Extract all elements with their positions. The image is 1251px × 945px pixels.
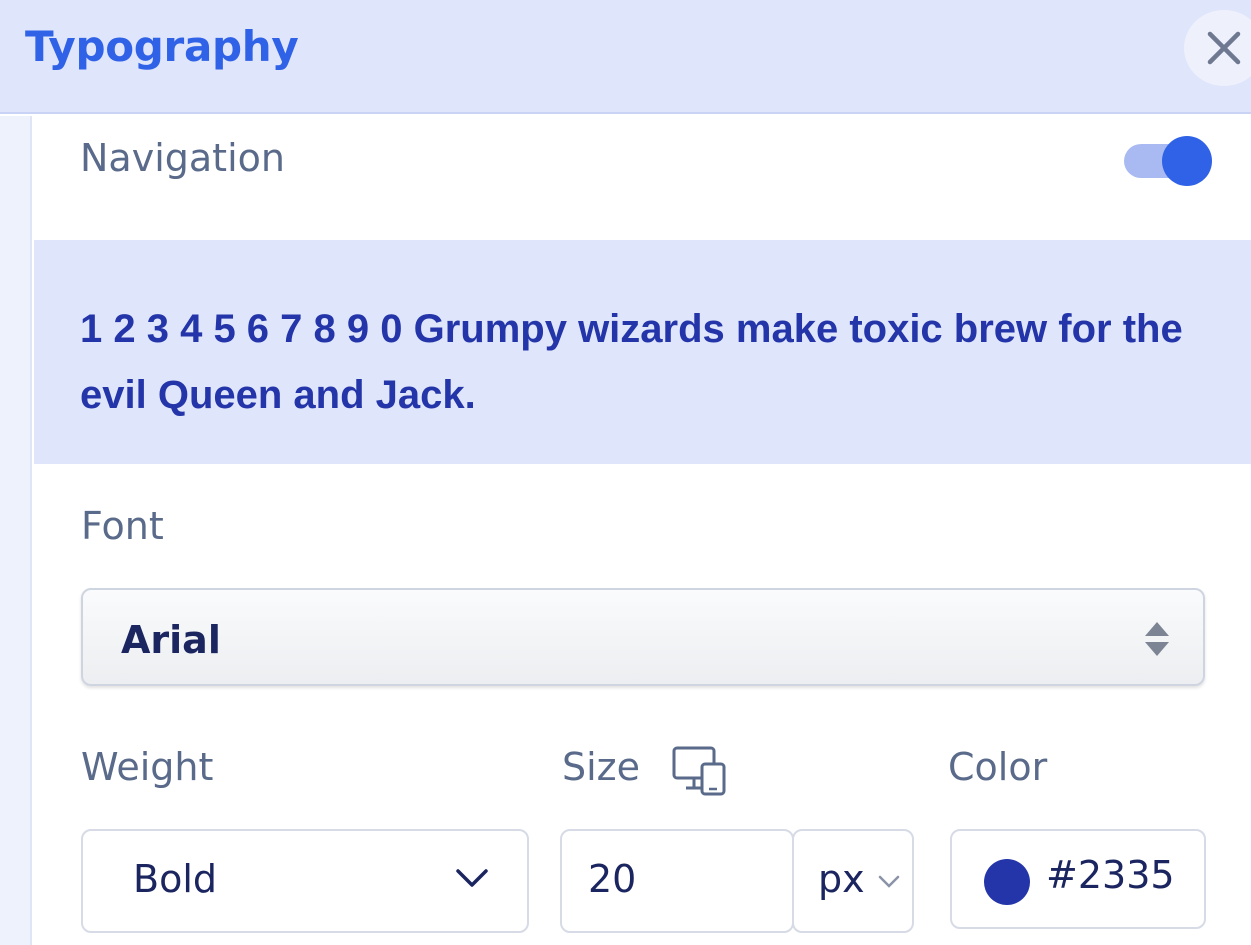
weight-select-value: Bold — [133, 857, 217, 901]
updown-arrows-icon — [1145, 622, 1169, 656]
side-gutter — [0, 116, 32, 945]
size-input-value: 20 — [588, 857, 637, 901]
close-button[interactable] — [1184, 10, 1251, 86]
typography-preview: 1 2 3 4 5 6 7 8 9 0 Grumpy wizards make … — [34, 240, 1251, 464]
weight-select[interactable]: Bold — [81, 829, 529, 933]
size-input[interactable]: 20 — [560, 829, 794, 933]
panel-title: Typography — [25, 22, 299, 71]
preview-text: 1 2 3 4 5 6 7 8 9 0 Grumpy wizards make … — [80, 307, 1183, 417]
size-unit-value: px — [818, 857, 865, 901]
navigation-toggle[interactable] — [1124, 136, 1216, 186]
font-label: Font — [81, 504, 164, 548]
devices-icon[interactable] — [672, 746, 726, 796]
navigation-row: Navigation — [34, 116, 1251, 240]
color-swatch — [984, 859, 1030, 905]
color-hex-value: #2335 — [1046, 853, 1175, 897]
navigation-label: Navigation — [80, 136, 285, 180]
color-picker[interactable]: #2335 — [950, 829, 1206, 929]
size-label: Size — [562, 745, 641, 789]
unit-chevron-down-icon — [878, 875, 900, 888]
toggle-knob — [1162, 136, 1212, 186]
chevron-down-icon — [456, 869, 488, 887]
size-unit-select[interactable]: px — [792, 829, 914, 933]
font-select-value: Arial — [121, 618, 221, 662]
close-icon — [1207, 31, 1241, 65]
panel-header: Typography — [0, 0, 1251, 114]
color-label: Color — [948, 745, 1048, 789]
font-select[interactable]: Arial — [81, 588, 1205, 686]
weight-label: Weight — [81, 745, 214, 789]
